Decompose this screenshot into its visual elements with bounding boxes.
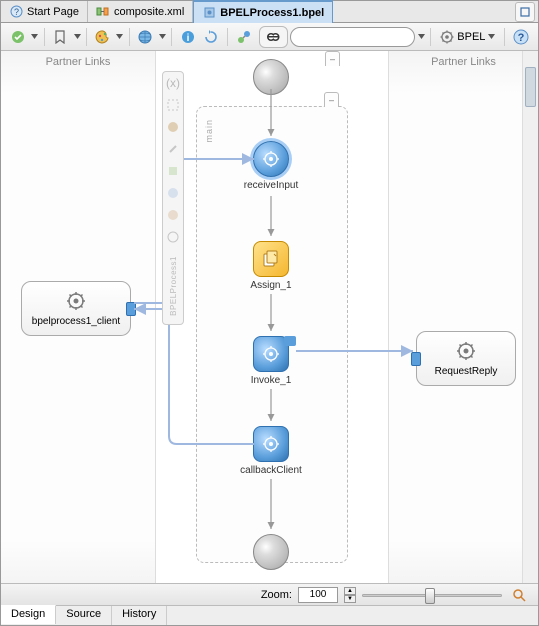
zoom-up-button[interactable]: ▲: [344, 587, 356, 595]
tab-start-page[interactable]: ? Start Page: [1, 1, 88, 22]
vertical-scrollbar[interactable]: [522, 51, 538, 583]
palette-reply-icon[interactable]: [164, 206, 182, 224]
palette-link-icon[interactable]: [164, 140, 182, 158]
node-label: callbackClient: [226, 465, 316, 476]
zoom-label: Zoom:: [261, 589, 292, 601]
node-label: receiveInput: [226, 180, 316, 191]
zoom-fit-button[interactable]: [508, 584, 530, 606]
tab-source[interactable]: Source: [56, 606, 112, 625]
partner-label: RequestReply: [421, 366, 511, 377]
palette-variable-icon[interactable]: (x): [164, 74, 182, 92]
bpel-icon: [202, 6, 216, 20]
partner-links-header: Partner Links: [389, 56, 538, 68]
scrollbar-thumb[interactable]: [525, 67, 536, 107]
svg-text:?: ?: [518, 32, 525, 44]
slider-handle[interactable]: [425, 588, 435, 604]
scope-label: main: [204, 119, 214, 143]
bookmark-button[interactable]: [50, 26, 72, 48]
partner-port[interactable]: [126, 302, 136, 316]
palette-assign-icon[interactable]: [164, 162, 182, 180]
composite-icon: [96, 5, 110, 19]
palette-button[interactable]: [92, 26, 114, 48]
partner-label: bpelprocess1_client: [26, 316, 126, 327]
flow-canvas[interactable]: – (x) BPELProcess1 – main: [156, 51, 388, 583]
globe-button[interactable]: [135, 26, 157, 48]
deploy-button[interactable]: [233, 26, 255, 48]
receive-input-node[interactable]: receiveInput: [226, 141, 316, 191]
dropdown-icon[interactable]: [116, 34, 124, 39]
end-circle-icon: [253, 534, 289, 570]
invoke-node[interactable]: Invoke_1: [226, 336, 316, 386]
tab-label: composite.xml: [114, 6, 184, 18]
dropdown-icon[interactable]: [31, 34, 39, 39]
assign-node[interactable]: Assign_1: [226, 241, 316, 291]
refresh-button[interactable]: [201, 26, 223, 48]
svg-text:?: ?: [13, 7, 18, 17]
zoom-slider[interactable]: [362, 591, 502, 599]
collapse-process-button[interactable]: –: [325, 51, 340, 66]
maximize-button[interactable]: [515, 2, 535, 22]
separator: [504, 28, 505, 46]
find-button[interactable]: [259, 26, 289, 48]
tab-label: BPELProcess1.bpel: [220, 7, 324, 19]
validate-button[interactable]: [7, 26, 29, 48]
partner-links-header: Partner Links: [1, 56, 155, 68]
tab-history[interactable]: History: [112, 606, 167, 625]
help-button[interactable]: ?: [510, 26, 532, 48]
dropdown-icon[interactable]: [73, 34, 81, 39]
dropdown-icon[interactable]: [417, 34, 425, 39]
dropdown-icon[interactable]: [158, 34, 166, 39]
view-tabs: Design Source History: [1, 605, 538, 625]
gear-icon: [455, 340, 477, 362]
gear-icon: [65, 290, 87, 312]
tab-composite[interactable]: composite.xml: [88, 1, 193, 22]
help-icon: ?: [9, 5, 23, 19]
zoom-down-button[interactable]: ▼: [344, 595, 356, 603]
tab-design[interactable]: Design: [1, 605, 56, 624]
canvas: Partner Links – (x) BPELProcess1 – main: [1, 51, 538, 583]
palette-invoke-icon[interactable]: [164, 184, 182, 202]
collapse-scope-button[interactable]: –: [324, 92, 339, 107]
search-input[interactable]: [290, 27, 415, 47]
separator: [86, 28, 87, 46]
start-circle-icon: [253, 59, 289, 95]
start-node[interactable]: [226, 59, 316, 95]
palette-receive-icon[interactable]: [164, 118, 182, 136]
activity-palette: (x) BPELProcess1: [162, 71, 184, 325]
separator: [430, 28, 431, 46]
partner-client-box[interactable]: bpelprocess1_client: [21, 281, 131, 336]
callback-icon: [253, 426, 289, 462]
editor-window: ? Start Page composite.xml BPELProcess1.…: [0, 0, 539, 626]
tab-label: Start Page: [27, 6, 79, 18]
bpel-label: BPEL: [457, 31, 485, 43]
node-label: Invoke_1: [226, 375, 316, 386]
zoom-spinner: ▲ ▼: [344, 587, 356, 603]
partner-links-right: Partner Links: [388, 51, 538, 583]
end-node[interactable]: [226, 534, 316, 570]
palette-scope-icon[interactable]: [164, 96, 182, 114]
file-tabs: ? Start Page composite.xml BPELProcess1.…: [1, 1, 538, 23]
invoke-output-port[interactable]: [284, 336, 296, 346]
receive-icon: [253, 141, 289, 177]
separator: [227, 28, 228, 46]
zoom-bar: Zoom: ▲ ▼: [1, 583, 538, 605]
partner-requestreply-box[interactable]: RequestReply: [416, 331, 516, 386]
svg-text:i: i: [186, 33, 189, 44]
assign-icon: [253, 241, 289, 277]
zoom-input[interactable]: [298, 587, 338, 603]
gear-icon: [440, 30, 454, 44]
node-label: Assign_1: [226, 280, 316, 291]
callback-node[interactable]: callbackClient: [226, 426, 316, 476]
partner-port[interactable]: [411, 352, 421, 366]
separator: [171, 28, 172, 46]
bpel-mode-button[interactable]: BPEL: [436, 30, 499, 44]
palette-process-label: BPELProcess1: [169, 256, 178, 316]
palette-wait-icon[interactable]: [164, 228, 182, 246]
toolbar: i BPEL ?: [1, 23, 538, 51]
separator: [129, 28, 130, 46]
separator: [44, 28, 45, 46]
tab-bpel-active[interactable]: BPELProcess1.bpel: [193, 0, 333, 23]
info-button[interactable]: i: [177, 26, 199, 48]
